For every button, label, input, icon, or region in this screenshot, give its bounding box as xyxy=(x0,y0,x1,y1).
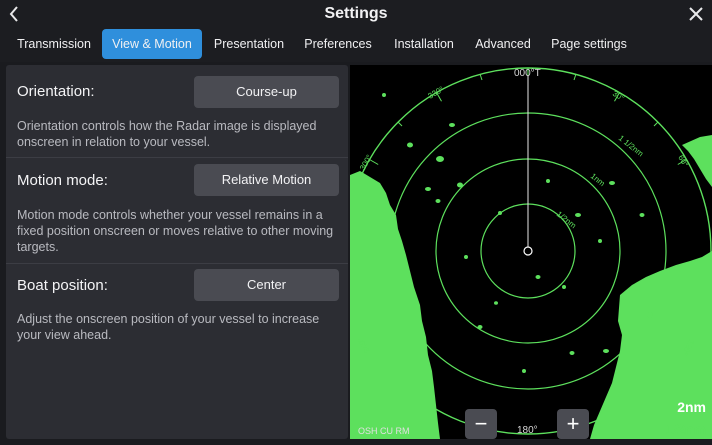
motion-mode-description: Motion mode controls whether your vessel… xyxy=(17,208,334,254)
close-button[interactable] xyxy=(686,4,706,24)
tab-page-settings[interactable]: Page settings xyxy=(544,29,634,59)
tab-bar: Transmission View & Motion Presentation … xyxy=(0,28,712,62)
zoom-out-button[interactable]: − xyxy=(465,409,497,439)
ring-label: 1 1/2nm xyxy=(617,133,646,158)
orientation-description: Orientation controls how the Radar image… xyxy=(17,119,317,149)
boat-position-description: Adjust the onscreen position of your ves… xyxy=(17,312,320,342)
orientation-label: Orientation: xyxy=(17,83,95,100)
boat-position-button[interactable]: Center xyxy=(194,269,339,301)
bearing-label: 60° xyxy=(676,154,690,169)
tab-transmission[interactable]: Transmission xyxy=(10,29,98,59)
tab-advanced[interactable]: Advanced xyxy=(470,29,536,59)
radar-returns xyxy=(350,93,712,439)
tab-preferences[interactable]: Preferences xyxy=(298,29,378,59)
ring-label: 1nm xyxy=(589,171,607,188)
heading-readout: 000°T xyxy=(514,68,541,79)
settings-panel: Orientation: Course-up Orientation contr… xyxy=(6,65,348,439)
ring-label: 1/2nm xyxy=(555,209,578,230)
radar-preview: 1/2nm 1nm 1 1/2nm 330° 30° 300° 60° 240°… xyxy=(350,65,712,439)
bearing-label: 330° xyxy=(427,85,446,101)
orientation-button[interactable]: Course-up xyxy=(194,76,339,108)
page-title: Settings xyxy=(324,5,388,22)
motion-mode-button[interactable]: Relative Motion xyxy=(194,164,339,196)
motion-mode-label: Motion mode: xyxy=(17,172,108,189)
bottom-bearing-label: 180° xyxy=(517,425,538,436)
boat-position-label: Boat position: xyxy=(17,277,108,294)
close-icon xyxy=(689,7,703,21)
radar-status: OSH CU RM xyxy=(358,426,410,436)
radar-display: 1/2nm 1nm 1 1/2nm 330° 30° 300° 60° 240°… xyxy=(350,67,712,439)
range-readout: 2nm xyxy=(677,399,706,415)
title-bar: Settings xyxy=(0,0,712,28)
tab-view-motion[interactable]: View & Motion xyxy=(102,29,202,59)
tab-installation[interactable]: Installation xyxy=(386,29,462,59)
zoom-in-button[interactable]: + xyxy=(557,409,589,439)
divider xyxy=(6,157,348,158)
divider xyxy=(6,263,348,264)
bearing-label: 30° xyxy=(611,89,626,103)
ring-spacing-readout: 1/2nm xyxy=(665,421,706,437)
vessel-icon xyxy=(523,246,533,256)
tab-presentation[interactable]: Presentation xyxy=(208,29,290,59)
